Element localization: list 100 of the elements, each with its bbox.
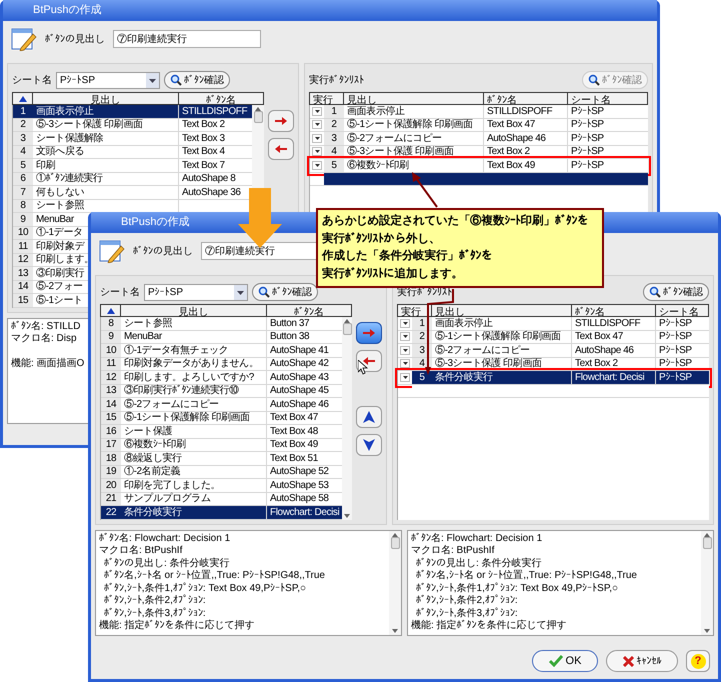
table-cell: ⑥複数ｼｰﾄ印刷 xyxy=(121,438,267,451)
table-cell-text: Text Box 2 xyxy=(181,118,226,131)
help-button[interactable]: ? xyxy=(686,650,710,672)
column-header[interactable]: シート名 xyxy=(656,305,708,316)
table-row[interactable]: 8 シート参照 Button 37 xyxy=(101,317,342,330)
table-row[interactable]: 16 シート保護 Text Box 48 xyxy=(101,425,342,438)
move-down-button[interactable] xyxy=(356,434,382,456)
scroll-thumb[interactable] xyxy=(702,536,712,548)
run-dropdown[interactable] xyxy=(312,134,322,143)
table-row[interactable]: 3 シート保護解除 Text Box 3 xyxy=(13,132,252,146)
run-dropdown[interactable] xyxy=(312,147,322,156)
scroll-thumb[interactable] xyxy=(390,536,400,548)
move-up-button[interactable] xyxy=(356,406,382,428)
row-number: 12 xyxy=(101,371,121,384)
run-dropdown[interactable] xyxy=(400,332,410,342)
scrollbar[interactable] xyxy=(389,530,401,634)
table-row[interactable]: 2 ⑤-1シート保護解除 印刷画面 Text Box 47 PｼｰﾄSP xyxy=(310,118,648,132)
run-dropdown[interactable] xyxy=(400,318,410,328)
table-cell: Flowchart: Decisi xyxy=(572,371,656,384)
row-number: 17 xyxy=(101,438,121,451)
column-header[interactable]: ﾎﾞﾀﾝ名 xyxy=(267,305,351,316)
add-button[interactable] xyxy=(268,110,294,132)
table-row[interactable]: 19 ①-2名前定義 AutoShape 52 xyxy=(101,466,342,479)
column-header[interactable]: シート名 xyxy=(568,93,647,104)
table-row[interactable]: 1 画面表示停止 STILLDISPOFF PｼｰﾄSP xyxy=(398,317,709,330)
table-row[interactable]: 18 ⑧繰返し実行 Text Box 51 xyxy=(101,452,342,466)
new-row[interactable] xyxy=(324,172,648,185)
table-cell: ③印刷実行ﾎﾞﾀﾝ連続実行⑩ xyxy=(121,384,267,397)
right-arrow-icon xyxy=(362,328,376,338)
run-dropdown[interactable] xyxy=(400,346,410,355)
scroll-down-icon[interactable] xyxy=(344,514,350,518)
check-button[interactable]: ﾎﾞﾀﾝ確認 xyxy=(252,283,318,301)
scroll-down-icon[interactable] xyxy=(704,628,710,632)
table-row[interactable]: 11 印刷対象データがありません。 AutoShape 42 xyxy=(101,358,342,371)
table-row[interactable]: 5 ⑥複数ｼｰﾄ印刷 Text Box 49 PｼｰﾄSP xyxy=(310,159,648,172)
table-cell-text: PｼｰﾄSP xyxy=(570,146,605,158)
table-row[interactable]: 13 ③印刷実行ﾎﾞﾀﾝ連続実行⑩ AutoShape 45 xyxy=(101,384,342,398)
table-cell: Text Box 47 xyxy=(572,330,656,343)
table-row[interactable]: 20 印刷を完了しました。 AutoShape 53 xyxy=(101,479,342,492)
scrollbar[interactable] xyxy=(342,317,352,520)
table-cell: ⑤-2フォームにコピー xyxy=(432,344,572,356)
sheet-select[interactable]: PｼｰﾄSP xyxy=(144,284,248,300)
table-row[interactable]: 15 ⑤-1シート保護解除 印刷画面 Text Box 47 xyxy=(101,412,342,425)
add-button[interactable] xyxy=(356,322,382,344)
check-button[interactable]: ﾎﾞﾀﾝ確認 xyxy=(643,283,709,301)
table-row[interactable]: 1 画面表示停止 STILLDISPOFF xyxy=(13,105,252,118)
column-header[interactable]: 見出し xyxy=(344,93,484,104)
check-button[interactable]: ﾎﾞﾀﾝ確認 xyxy=(164,71,230,89)
table-row[interactable]: 1 画面表示停止 STILLDISPOFF PｼｰﾄSP xyxy=(310,105,648,118)
table-cell: 画面表示停止 xyxy=(432,317,572,330)
table-row[interactable]: 5 印刷 Text Box 7 xyxy=(13,159,252,172)
scroll-down-icon[interactable] xyxy=(392,628,398,632)
details-line: ﾎﾞﾀﾝ名: Flowchart: Decision 1 xyxy=(99,532,230,545)
column-header[interactable]: ﾎﾞﾀﾝ名 xyxy=(179,93,263,104)
table-row[interactable]: 4 文頭へ戻る Text Box 4 xyxy=(13,146,252,159)
run-dropdown[interactable] xyxy=(312,120,322,130)
table-cell-text: Text Box 48 xyxy=(269,425,319,438)
column-header[interactable]: 見出し xyxy=(432,305,572,316)
table-cell-text: PｼｰﾄSP xyxy=(570,105,605,118)
table-row[interactable]: 22 条件分岐実行 Flowchart: Decisi xyxy=(101,506,342,520)
scrollbar[interactable] xyxy=(701,530,713,634)
table-row[interactable]: 3 ⑤-2フォームにコピー AutoShape 46 PｼｰﾄSP xyxy=(310,132,648,146)
table-row[interactable]: 4 ⑤-3シート保護 印刷画面 Text Box 2 PｼｰﾄSP xyxy=(310,146,648,159)
column-header[interactable]: ﾎﾞﾀﾝ名 xyxy=(572,305,656,316)
run-dropdown[interactable] xyxy=(312,160,322,170)
run-dropdown[interactable] xyxy=(312,106,322,116)
table-row[interactable]: 12 印刷します。よろしいですか? AutoShape 43 xyxy=(101,371,342,384)
table-row[interactable]: 14 ⑤-2フォームにコピー AutoShape 46 xyxy=(101,398,342,412)
table-row[interactable]: 6 ①ﾎﾞﾀﾝ連続実行 AutoShape 8 xyxy=(13,172,252,186)
sheet-select[interactable]: PｼｰﾄSP xyxy=(56,72,160,88)
row-number: 8 xyxy=(101,317,121,330)
table-row[interactable]: 21 サンプルプログラム AutoShape 58 xyxy=(101,492,342,506)
table-cell: Text Box 49 xyxy=(484,159,568,172)
heading-field[interactable]: ⑦印刷連続実行 xyxy=(113,30,261,48)
column-header[interactable]: 実行 xyxy=(310,93,344,104)
sort-up-icon xyxy=(18,96,26,102)
table-cell: ①-1データ有無チェック xyxy=(121,344,267,356)
table-row[interactable]: 2 ⑤-3シート保護 印刷画面 Text Box 2 xyxy=(13,118,252,132)
table-row[interactable]: 10 ①-1データ有無チェック AutoShape 41 xyxy=(101,344,342,358)
column-header[interactable]: 見出し xyxy=(33,93,179,104)
column-header[interactable]: 見出し xyxy=(121,305,267,316)
table-row[interactable]: 17 ⑥複数ｼｰﾄ印刷 Text Box 49 xyxy=(101,438,342,452)
scroll-thumb[interactable] xyxy=(254,111,262,123)
table-row[interactable]: 7 何もしない AutoShape 36 xyxy=(13,186,252,200)
table-row[interactable]: 3 ⑤-2フォームにコピー AutoShape 46 PｼｰﾄSP xyxy=(398,344,709,358)
row-number: 20 xyxy=(101,479,121,492)
run-dropdown[interactable] xyxy=(400,359,410,368)
table-cell-text: PｼｰﾄSP xyxy=(658,330,693,343)
run-dropdown[interactable] xyxy=(400,372,410,382)
table-row[interactable]: 2 ⑤-1シート保護解除 印刷画面 Text Box 47 PｼｰﾄSP xyxy=(398,330,709,344)
scroll-thumb[interactable] xyxy=(342,323,352,335)
table-row[interactable]: 9 MenuBar Button 38 xyxy=(101,330,342,344)
table-cell-text: AutoShape 36 xyxy=(181,186,242,198)
callout-text: あらかじめ設定されていた「⑥複数ｼｰﾄ印刷」ﾎﾞﾀﾝを xyxy=(322,213,588,229)
row-number: 5 xyxy=(324,159,344,172)
cancel-button[interactable]: ｷｬﾝｾﾙ xyxy=(606,650,678,672)
mouse-pointer-icon xyxy=(358,360,368,375)
column-header[interactable]: 実行 xyxy=(398,305,432,316)
ok-button[interactable]: OK xyxy=(532,650,598,672)
column-header[interactable]: ﾎﾞﾀﾝ名 xyxy=(484,93,568,104)
